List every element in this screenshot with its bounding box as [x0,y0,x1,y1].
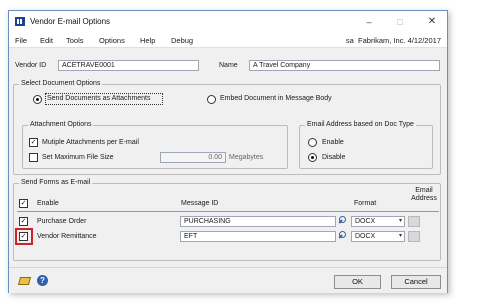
maximize-button[interactable]: □ [393,15,407,29]
col-format-header: Format [354,200,377,207]
session-company: Fabrikam, Inc. [358,36,406,45]
title-bar: Vendor E-mail Options – □ ✕ [9,11,447,33]
attachment-options-title: Attachment Options [28,121,94,128]
purchase-order-checkbox[interactable]: ✓ [19,217,28,226]
select-document-options-group: Select Document Options Send Documents a… [13,80,441,175]
select-document-options-title: Select Document Options [19,80,103,87]
ok-button[interactable]: OK [334,275,381,289]
bottom-bar: ? OK Cancel [9,267,447,293]
vendor-remittance-label: Vendor Remittance [37,233,97,240]
send-attachments-radio[interactable] [33,95,42,104]
note-icon[interactable] [17,277,32,285]
vendor-id-label: Vendor ID [15,62,47,69]
attachment-options-group: Attachment Options ✓ Mutiple Attachments… [22,121,288,169]
purchase-order-email-address-button[interactable] [408,216,420,227]
vendor-id-field[interactable]: ACETRAVE0001 [58,60,199,71]
max-file-size-unit: Megabytes [229,154,264,161]
menu-debug[interactable]: Debug [171,36,193,45]
menu-help[interactable]: Help [140,36,155,45]
menu-bar: File Edit Tools Options Help Debug sa Fa… [9,33,447,48]
vendor-remittance-message-id-field[interactable]: EFT [180,231,336,242]
vendor-email-options-window: Vendor E-mail Options – □ ✕ File Edit To… [8,10,448,293]
send-forms-title: Send Forms as E-mail [19,179,93,186]
chevron-down-icon: ▾ [398,218,402,224]
send-attachments-label[interactable]: Send Documents as Attachments [47,95,151,102]
close-button[interactable]: ✕ [425,15,439,29]
max-file-size-label[interactable]: Set Maximum File Size [42,154,114,161]
max-file-size-checkbox[interactable] [29,153,38,162]
multiple-attachments-label[interactable]: Mutiple Attachments per E-mail [42,139,139,146]
lookup-icon[interactable] [338,216,348,226]
embed-document-radio[interactable] [207,95,216,104]
cancel-button[interactable]: Cancel [391,275,441,289]
enable-radio[interactable] [308,138,317,147]
purchase-order-message-id-field[interactable]: PURCHASING [180,216,336,227]
col-message-id-header: Message ID [181,200,219,207]
highlight-box [15,228,33,245]
disable-radio[interactable] [308,153,317,162]
vendor-remittance-email-address-button[interactable] [408,231,420,242]
session-date: 4/12/2017 [407,36,441,45]
multiple-attachments-checkbox[interactable]: ✓ [29,138,38,147]
vendor-name-field[interactable]: A Travel Company [249,60,440,71]
email-address-doc-type-group: Email Address based on Doc Type Enable D… [299,121,433,169]
max-file-size-field[interactable]: 0.00 [160,152,226,163]
purchase-order-label: Purchase Order [37,218,87,225]
chevron-down-icon: ▾ [398,233,402,239]
help-icon[interactable]: ? [37,275,48,286]
col-enable-header: Enable [37,200,59,207]
disable-radio-label[interactable]: Disable [322,154,345,161]
purchase-order-format-select[interactable]: DOCX ▾ [351,216,405,227]
window-title: Vendor E-mail Options [30,17,111,26]
session-info: sa Fabrikam, Inc. 4/12/2017 [346,36,441,45]
header-divider [17,211,439,212]
menu-file[interactable]: File [15,36,27,45]
enable-radio-label[interactable]: Enable [322,139,344,146]
vendor-remittance-format-value: DOCX [355,233,376,240]
vendor-remittance-format-select[interactable]: DOCX ▾ [351,231,405,242]
send-forms-group: Send Forms as E-mail ✓ Enable Message ID… [13,179,441,261]
enable-all-checkbox[interactable]: ✓ [19,199,28,208]
col-email-address-header: Email Address [411,187,437,202]
menu-options[interactable]: Options [99,36,125,45]
minimize-button[interactable]: – [362,15,376,29]
purchase-order-format-value: DOCX [355,218,376,225]
embed-document-label[interactable]: Embed Document in Message Body [220,95,332,102]
menu-edit[interactable]: Edit [40,36,53,45]
menu-tools[interactable]: Tools [66,36,84,45]
email-address-doc-type-title: Email Address based on Doc Type [305,121,416,128]
lookup-icon[interactable] [338,231,348,241]
name-label: Name [219,62,238,69]
app-icon [15,17,25,26]
session-user: sa [345,36,354,45]
